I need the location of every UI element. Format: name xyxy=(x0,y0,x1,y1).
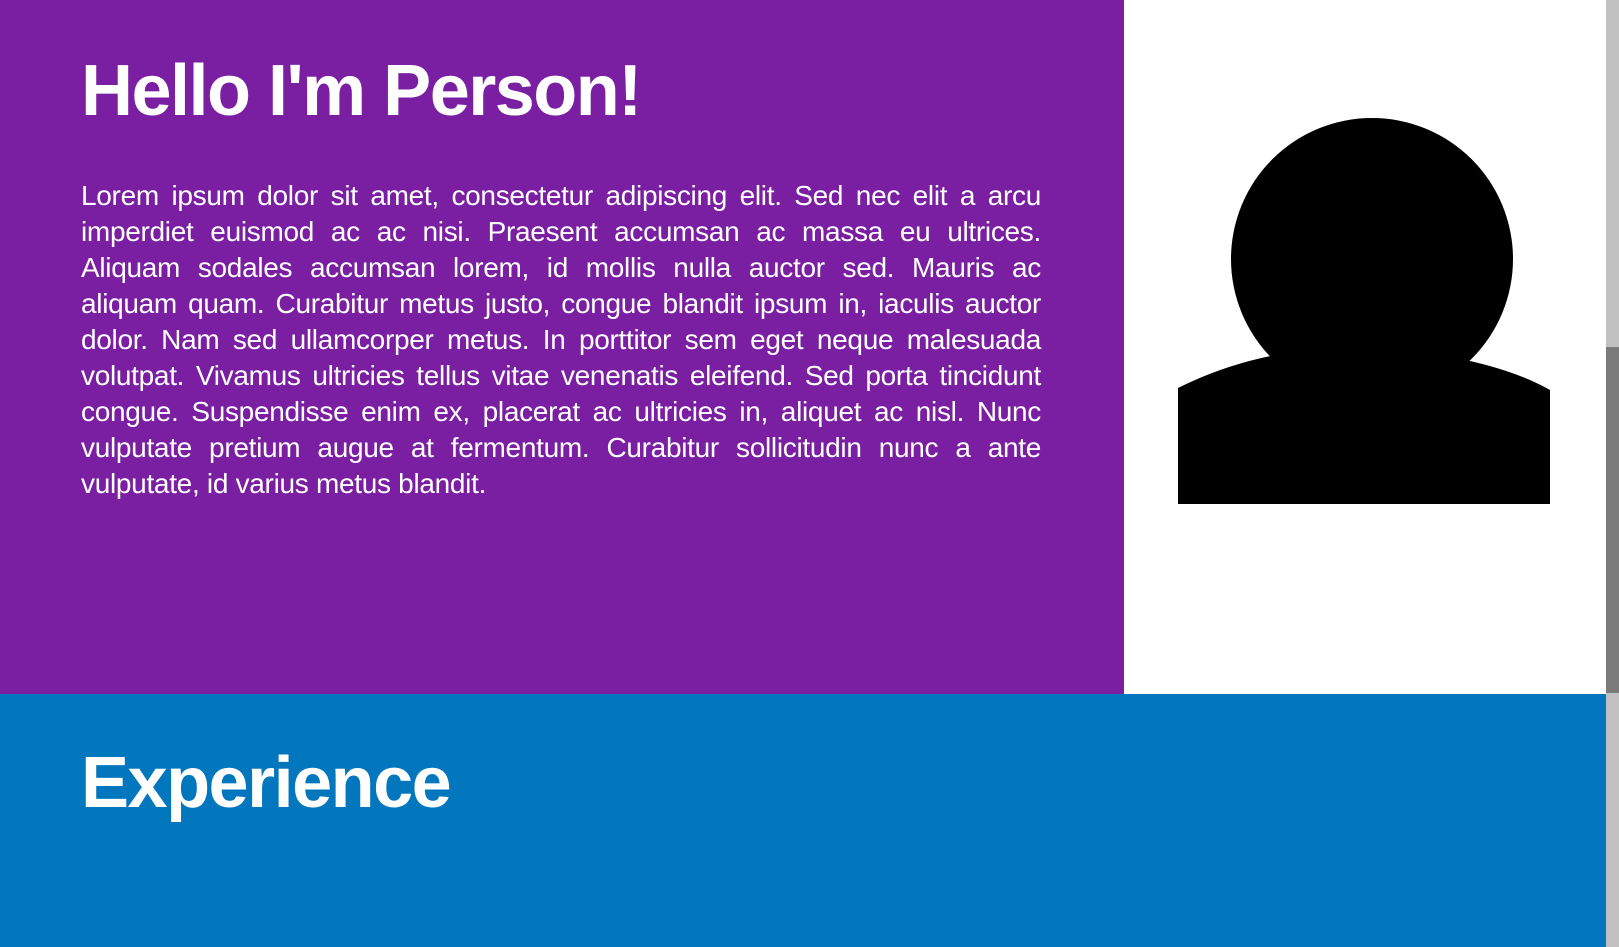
experience-section: Experience xyxy=(0,694,1606,947)
person-silhouette-icon xyxy=(1178,118,1550,504)
page: Hello I'm Person! Lorem ipsum dolor sit … xyxy=(0,0,1619,947)
hero-section: Hello I'm Person! Lorem ipsum dolor sit … xyxy=(0,0,1124,694)
scrollbar-thumb[interactable] xyxy=(1606,347,1619,693)
hero-title: Hello I'm Person! xyxy=(81,51,642,131)
experience-title: Experience xyxy=(81,743,452,823)
hero-bio: Lorem ipsum dolor sit amet, consectetur … xyxy=(81,180,1041,499)
profile-photo-panel xyxy=(1124,0,1606,694)
vertical-scrollbar[interactable] xyxy=(1606,0,1619,947)
